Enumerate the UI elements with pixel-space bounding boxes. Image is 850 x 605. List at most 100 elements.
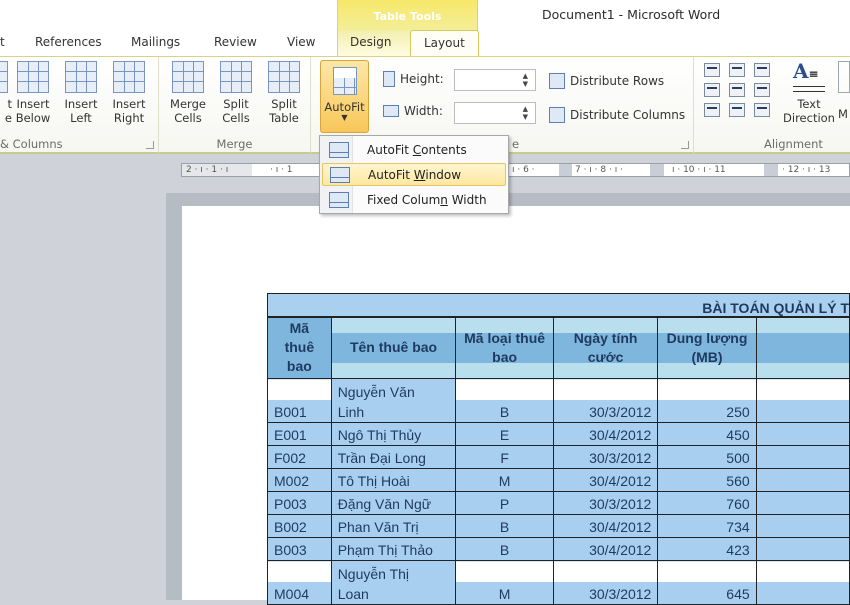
table-row: P003 Đặng Văn Ngữ P 30/3/2012 760 [267,491,850,515]
header-type[interactable]: Mã loại thuê bao [455,316,554,379]
align-center-right-icon[interactable] [754,83,770,97]
cell-date[interactable]: 30/3/2012 [552,491,659,515]
cell-extra[interactable] [755,422,850,446]
cell-name[interactable]: Phan Văn Trị [330,514,457,538]
insert-below-button[interactable]: Insert Below [10,61,56,125]
table-title[interactable]: BÀI TOÁN QUẢN LÝ T [267,293,850,318]
distribute-columns-button[interactable]: Distribute Columns [549,107,685,123]
align-top-right-icon[interactable] [754,63,770,77]
cell-extra[interactable] [755,537,850,561]
cell-type[interactable]: F [455,445,554,469]
cell-mb[interactable]: 560 [657,468,757,492]
cell-mb[interactable]: 423 [657,537,757,561]
cell-id[interactable]: B001 [267,378,332,423]
cell-date[interactable]: 30/4/2012 [552,468,659,492]
header-name[interactable]: Tên thuê bao [330,316,457,379]
tab-mailings[interactable]: Mailings [131,35,180,49]
horizontal-ruler[interactable]: 2 · ı · 1 · ı · ı · 1 ı · 6 · 7 · ı · 8 … [181,163,850,177]
cell-date[interactable]: 30/3/2012 [552,378,659,423]
tab-review[interactable]: Review [214,35,257,49]
cell-mb[interactable]: 734 [657,514,757,538]
cell-id[interactable]: M002 [267,468,332,492]
dialog-launcher-icon[interactable] [146,141,154,149]
cell-type[interactable]: M [455,560,554,605]
cell-id[interactable]: F002 [267,445,332,469]
cell-extra[interactable] [755,468,850,492]
merge-group: Merge Cells Split Cells Split Table Merg… [159,57,311,153]
autofit-button[interactable]: AutoFit ▼ [320,60,369,133]
data-table[interactable]: BÀI TOÁN QUẢN LÝ T Mã thuê bao Tên thuê … [267,293,850,605]
cell-date[interactable]: 30/4/2012 [552,514,659,538]
cell-extra[interactable] [755,491,850,515]
menu-item-autofit-contents[interactable]: AutoFit Contents [322,138,506,161]
window-title: Document1 - Microsoft Word [542,7,721,22]
split-cells-icon [220,61,252,93]
cell-name[interactable]: Nguyễn Văn Linh [330,378,457,423]
cell-id[interactable]: B003 [267,537,332,561]
tab-view[interactable]: View [287,35,315,49]
split-cells-button[interactable]: Split Cells [213,61,259,125]
dialog-launcher-icon[interactable] [681,141,689,149]
cell-date[interactable]: 30/3/2012 [552,445,659,469]
align-center-left-icon[interactable] [704,83,720,97]
distribute-rows-label: Distribute Rows [570,74,665,88]
cell-mb[interactable]: 250 [657,378,757,423]
cell-name[interactable]: Ngô Thị Thủy [330,422,457,446]
tab-design[interactable]: Design [350,35,391,49]
cell-id[interactable]: E001 [267,422,332,446]
align-bottom-left-icon[interactable] [704,103,720,117]
header-id[interactable]: Mã thuê bao [267,316,332,379]
cell-extra[interactable] [755,514,850,538]
merge-cells-button[interactable]: Merge Cells [165,61,211,125]
cell-extra[interactable] [755,378,850,423]
tab-layout[interactable]: Layout [410,30,479,57]
tab-insert[interactable]: t [0,35,5,49]
cell-extra[interactable] [755,445,850,469]
cell-mb[interactable]: 645 [657,560,757,605]
header-extra[interactable] [755,316,850,379]
cell-name[interactable]: Nguyễn Thị Loan [330,560,457,605]
spin-arrows-icon[interactable]: ▲ ▼ [523,105,528,121]
cell-type[interactable]: E [455,422,554,446]
cell-name[interactable]: Đặng Văn Ngữ [330,491,457,515]
text-direction-button[interactable]: A≡ Text Direction [783,61,835,125]
distribute-rows-button[interactable]: Distribute Rows [549,73,664,89]
header-mb[interactable]: Dung lượng (MB) [657,316,757,379]
cell-mb[interactable]: 760 [657,491,757,515]
menu-item-autofit-window[interactable]: AutoFit Window [322,163,506,186]
cell-mb[interactable]: 450 [657,422,757,446]
autofit-menu: AutoFit Contents AutoFit Window Fixed Co… [319,135,509,214]
cell-name[interactable]: Trần Đại Long [330,445,457,469]
height-input[interactable]: ▲ ▼ [454,69,536,91]
split-table-button[interactable]: Split Table [261,61,307,125]
cell-name[interactable]: Tô Thị Hoài [330,468,457,492]
align-bottom-center-icon[interactable] [729,103,745,117]
cell-id[interactable]: P003 [267,491,332,515]
spin-arrows-icon[interactable]: ▲ ▼ [523,72,528,88]
cell-type[interactable]: B [455,537,554,561]
insert-left-button[interactable]: Insert Left [58,61,104,125]
cell-type[interactable]: B [455,378,554,423]
table-tools-context: Table Tools [337,0,478,31]
cell-mb[interactable]: 500 [657,445,757,469]
cell-type[interactable]: M [455,468,554,492]
cell-name[interactable]: Phạm Thị Thảo [330,537,457,561]
cell-date[interactable]: 30/4/2012 [552,537,659,561]
cell-date[interactable]: 30/4/2012 [552,422,659,446]
align-center-icon[interactable] [729,83,745,97]
cell-type[interactable]: B [455,514,554,538]
tab-references[interactable]: References [35,35,102,49]
menu-item-fixed-column-width[interactable]: Fixed Column Width [322,188,506,211]
cell-id[interactable]: B002 [267,514,332,538]
insert-right-button[interactable]: Insert Right [106,61,152,125]
cell-type[interactable]: P [455,491,554,515]
cell-id[interactable]: M004 [267,560,332,605]
align-bottom-right-icon[interactable] [754,103,770,117]
align-top-center-icon[interactable] [729,63,745,77]
align-top-left-icon[interactable] [704,63,720,77]
cell-extra[interactable] [755,560,850,605]
header-date[interactable]: Ngày tính cước [552,316,659,379]
width-input[interactable]: ▲ ▼ [454,102,536,124]
cell-margins-button[interactable]: M [838,61,850,121]
cell-date[interactable]: 30/3/2012 [552,560,659,605]
